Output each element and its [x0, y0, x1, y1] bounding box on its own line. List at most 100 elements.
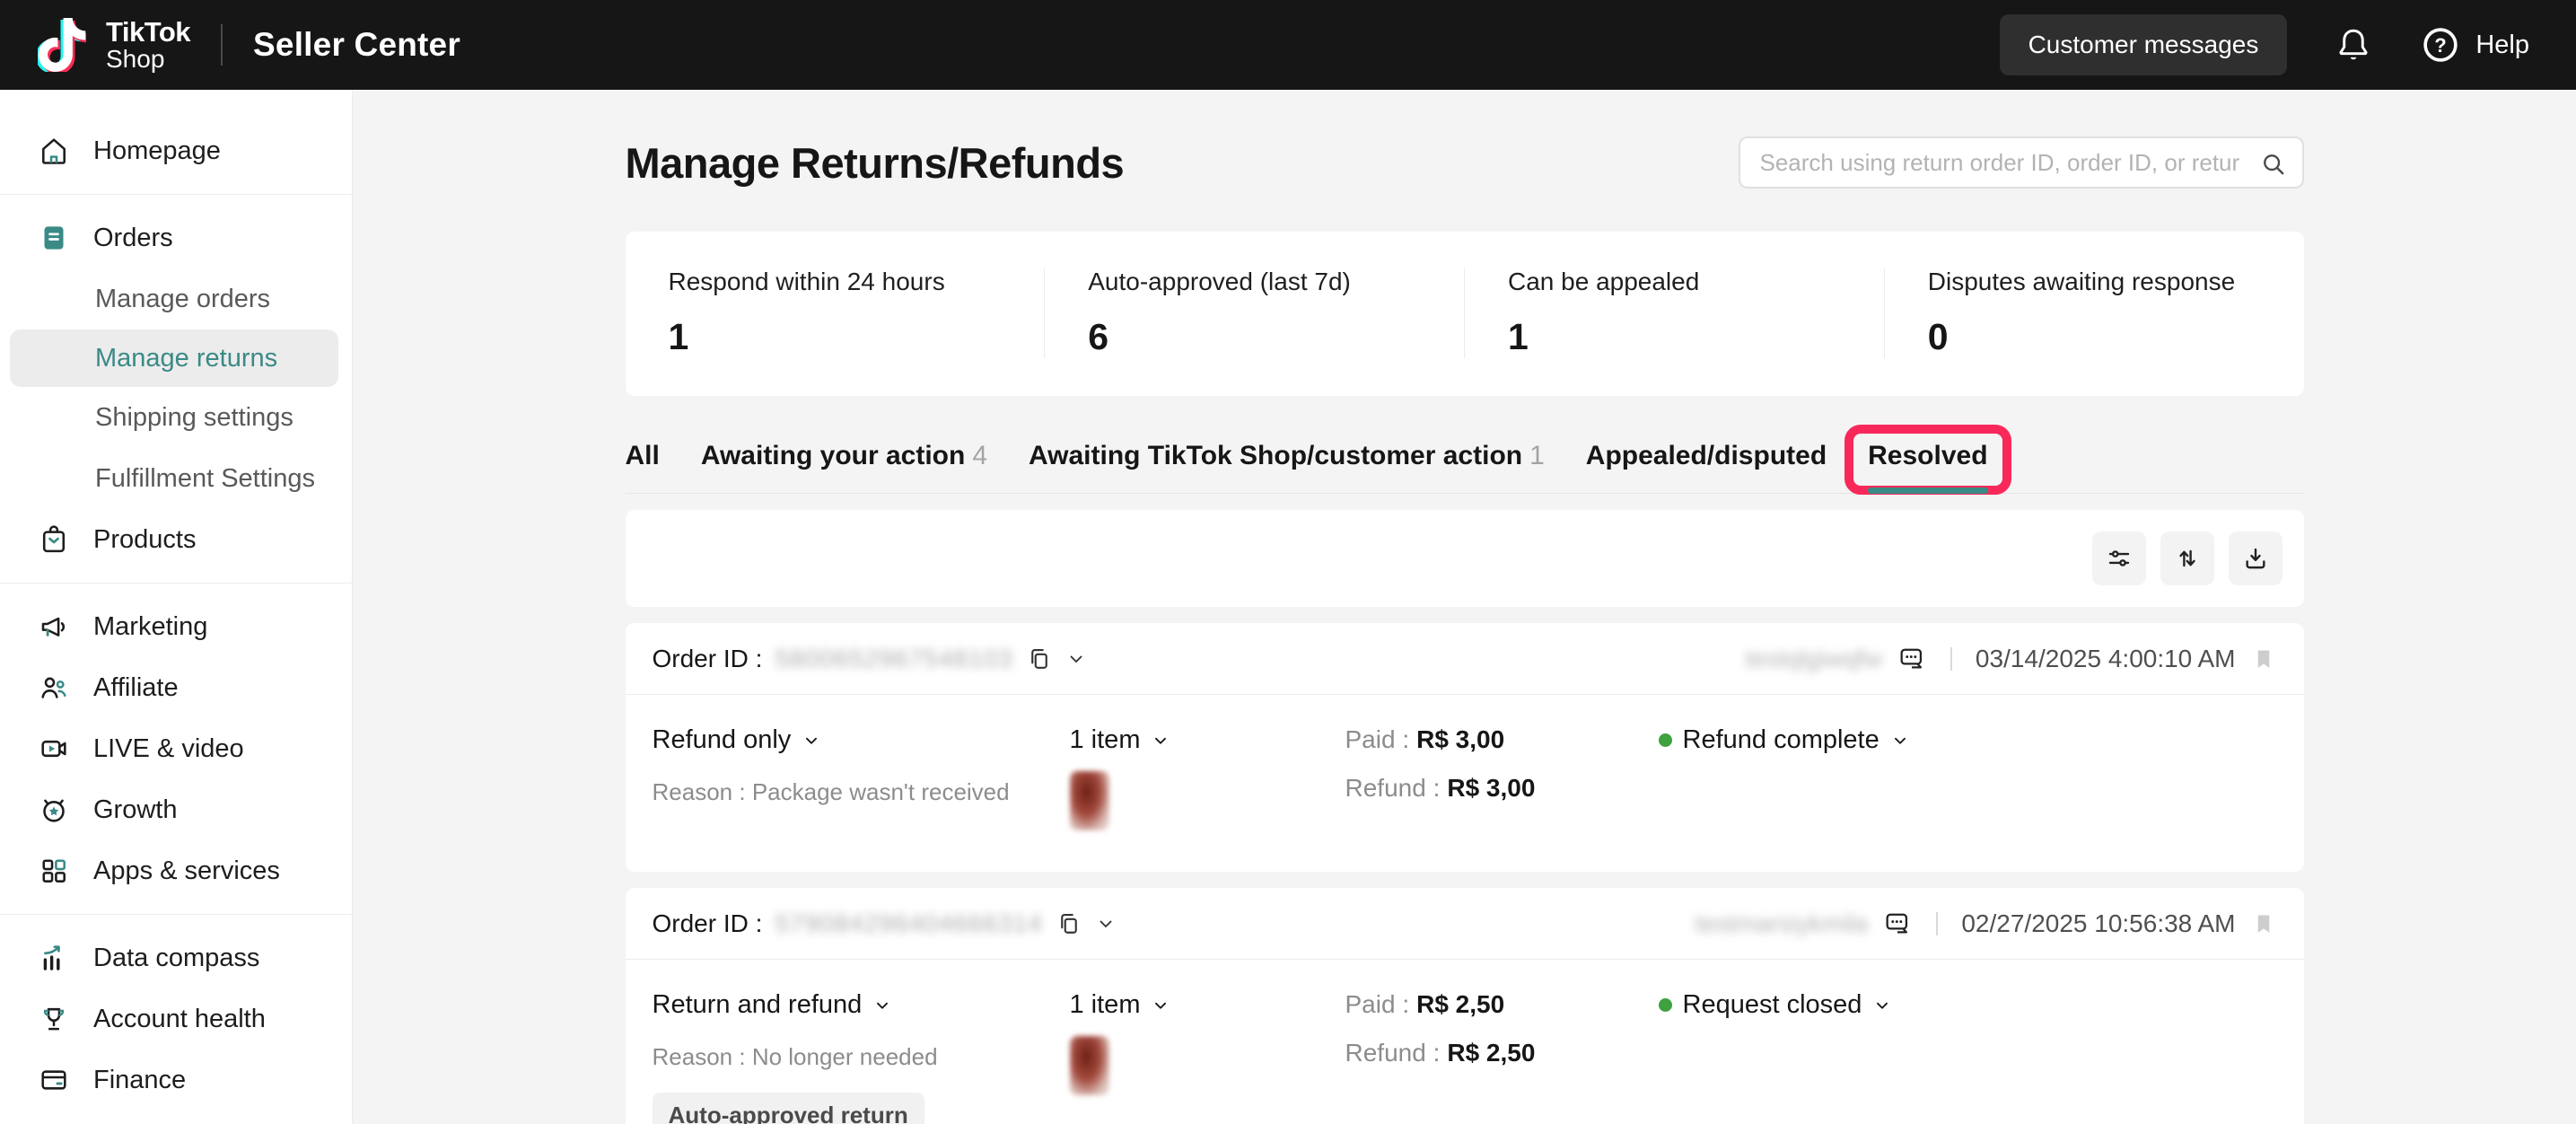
sidebar-item-fulfillment-settings[interactable]: Fulfillment Settings [0, 448, 352, 509]
sidebar-item-orders[interactable]: Orders [0, 207, 352, 268]
sidebar-divider [0, 583, 352, 584]
paid-amount: Paid : R$ 2,50 [1345, 990, 1659, 1019]
sidebar-item-data-compass[interactable]: Data compass [0, 927, 352, 988]
status-dropdown[interactable]: Request closed [1659, 990, 2277, 1020]
order-id-value-masked: 5800652967548103 [775, 645, 1012, 673]
notifications-bell-icon[interactable] [2334, 25, 2373, 65]
items-dropdown[interactable]: 1 item [1070, 725, 1345, 755]
bookmark-flag-icon[interactable] [2250, 645, 2277, 672]
sidebar-item-affiliate[interactable]: Affiliate [0, 657, 352, 718]
order-body-row: Refund only Reason : Package wasn't rece… [626, 695, 2304, 872]
product-thumbnail[interactable] [1070, 771, 1109, 830]
amounts-cell: Paid : R$ 3,00 Refund : R$ 3,00 [1345, 725, 1659, 830]
sidebar-item-manage-orders[interactable]: Manage orders [0, 268, 352, 329]
amounts-cell: Paid : R$ 2,50 Refund : R$ 2,50 [1345, 990, 1659, 1124]
status-dropdown[interactable]: Refund complete [1659, 725, 2277, 755]
sidebar-item-manage-returns[interactable]: Manage returns [10, 329, 338, 387]
stat-respond-24h: Respond within 24 hours 1 [626, 268, 1045, 358]
help-menu[interactable]: ? Help [2420, 24, 2529, 66]
chevron-down-icon [1890, 731, 1910, 751]
copy-icon[interactable] [1026, 645, 1053, 672]
chevron-down-icon [872, 996, 892, 1015]
filter-icon [2105, 544, 2134, 573]
return-type-cell: Refund only Reason : Package wasn't rece… [653, 725, 1070, 830]
customer-messages-button[interactable]: Customer messages [2000, 14, 2288, 75]
refund-amount: Refund : R$ 3,00 [1345, 774, 1659, 803]
megaphone-icon [38, 610, 70, 643]
sidebar-item-label: Products [93, 525, 196, 555]
order-body-row: Return and refund Reason : No longer nee… [626, 960, 2304, 1124]
chevron-down-icon [1872, 996, 1892, 1015]
tab-awaiting-tiktok-customer-action[interactable]: Awaiting TikTok Shop/customer action 1 [1029, 441, 1545, 493]
sidebar-item-apps-services[interactable]: Apps & services [0, 840, 352, 901]
return-type-dropdown[interactable]: Return and refund [653, 990, 1070, 1020]
sidebar-divider [0, 194, 352, 195]
sort-button[interactable] [2160, 531, 2214, 585]
sidebar-item-shipping-settings[interactable]: Shipping settings [0, 387, 352, 448]
sidebar-item-homepage[interactable]: Homepage [0, 120, 352, 181]
separator [1950, 647, 1952, 671]
sidebar-item-label: Apps & services [93, 856, 280, 886]
search-input[interactable] [1740, 149, 2302, 177]
tiktok-shop-logo[interactable]: TikTok Shop [38, 18, 190, 72]
return-order-card: Order ID : 579084296404666314 [626, 888, 2304, 1124]
stat-value: 6 [1088, 316, 1421, 358]
sidebar-item-label: Homepage [93, 136, 221, 166]
copy-icon[interactable] [1056, 910, 1082, 937]
sidebar-item-label: LIVE & video [93, 734, 244, 764]
status-dot [1659, 733, 1672, 747]
separator [1936, 912, 1938, 935]
sidebar-item-finance[interactable]: Finance [0, 1049, 352, 1111]
chevron-down-icon[interactable] [1095, 913, 1117, 935]
tab-resolved[interactable]: Resolved [1868, 441, 1987, 493]
stat-value: 1 [1508, 316, 1841, 358]
sidebar-item-marketing[interactable]: Marketing [0, 596, 352, 657]
request-date: 02/27/2025 10:56:38 AM [1961, 909, 2235, 938]
chat-buyer-icon[interactable] [1897, 644, 1927, 674]
sidebar-item-label: Data compass [93, 944, 259, 973]
video-icon [38, 733, 70, 765]
main-content: Manage Returns/Refunds Respond within 24… [353, 90, 2576, 1124]
stat-can-be-appealed: Can be appealed 1 [1464, 268, 1884, 358]
search-icon[interactable] [2259, 150, 2288, 179]
stat-value: 1 [669, 316, 1002, 358]
order-id-label: Order ID : [653, 909, 763, 938]
help-label: Help [2475, 31, 2529, 60]
filter-button[interactable] [2092, 531, 2146, 585]
tab-all[interactable]: All [626, 441, 660, 493]
export-download-button[interactable] [2229, 531, 2282, 585]
list-toolbar [626, 510, 2304, 607]
home-icon [38, 135, 70, 167]
items-cell: 1 item [1070, 990, 1345, 1124]
sidebar-item-label: Marketing [93, 612, 207, 642]
tab-appealed-disputed[interactable]: Appealed/disputed [1586, 441, 1827, 493]
return-reason: Reason : No longer needed [653, 1043, 1070, 1071]
sidebar-item-account-health[interactable]: Account health [0, 988, 352, 1049]
sidebar: Homepage Orders Manage orders Manage ret… [0, 90, 353, 1124]
bookmark-flag-icon[interactable] [2250, 910, 2277, 937]
sidebar-item-products[interactable]: Products [0, 509, 352, 570]
items-cell: 1 item [1070, 725, 1345, 830]
search-box[interactable] [1739, 136, 2304, 189]
product-thumbnail[interactable] [1070, 1036, 1109, 1095]
tab-count: 4 [972, 441, 987, 471]
tiktok-note-icon [38, 18, 86, 72]
refund-amount: Refund : R$ 2,50 [1345, 1039, 1659, 1067]
status-dot [1659, 998, 1672, 1012]
tab-awaiting-your-action[interactable]: Awaiting your action 4 [701, 441, 987, 493]
app-title: Seller Center [253, 26, 460, 64]
help-icon: ? [2420, 24, 2461, 66]
account-health-icon [38, 1003, 70, 1035]
return-order-card: Order ID : 5800652967548103 [626, 623, 2304, 872]
apps-icon [38, 855, 70, 887]
return-type-dropdown[interactable]: Refund only [653, 725, 1070, 755]
header-divider [221, 24, 223, 66]
chevron-down-icon[interactable] [1065, 648, 1087, 670]
data-compass-icon [38, 942, 70, 974]
chevron-down-icon [802, 731, 821, 751]
items-dropdown[interactable]: 1 item [1070, 990, 1345, 1020]
chat-buyer-icon[interactable] [1882, 909, 1913, 939]
sidebar-item-live-video[interactable]: LIVE & video [0, 718, 352, 779]
sidebar-item-growth[interactable]: Growth [0, 779, 352, 840]
page-title: Manage Returns/Refunds [626, 138, 1125, 188]
